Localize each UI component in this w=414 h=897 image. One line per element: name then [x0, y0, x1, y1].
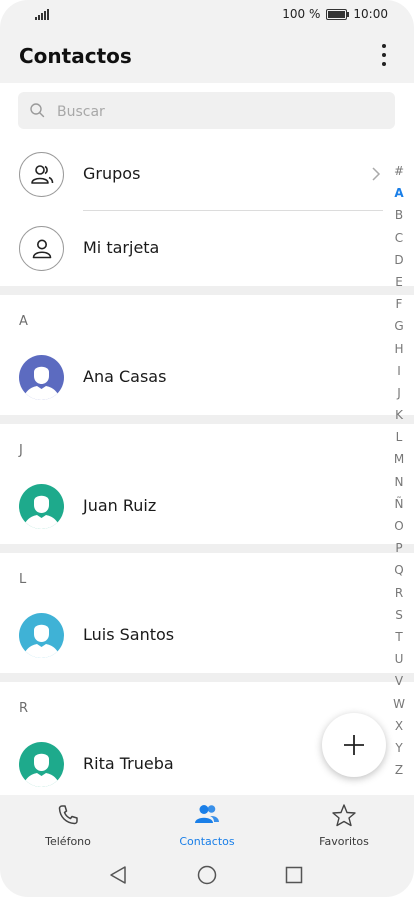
divider	[83, 210, 383, 211]
contact-name: Rita Trueba	[83, 754, 174, 773]
search-area	[0, 83, 414, 133]
index-letter[interactable]: J	[389, 382, 409, 404]
person-silhouette-icon	[23, 495, 60, 529]
battery-percent: 100 %	[282, 7, 321, 21]
person-silhouette-icon	[23, 753, 60, 787]
section-header-a: A	[19, 314, 28, 329]
index-letter[interactable]: E	[389, 271, 409, 293]
phone-icon	[58, 805, 78, 825]
index-letter[interactable]: O	[389, 515, 409, 537]
app-header: Contactos	[0, 30, 414, 83]
search-box[interactable]	[18, 92, 395, 131]
contacts-screen: 100 % 10:00 Contactos Buscar Grupos Mi t…	[0, 0, 414, 897]
recents-icon[interactable]	[285, 866, 303, 884]
system-navigation	[0, 862, 414, 888]
section-separator	[0, 415, 414, 424]
index-letter[interactable]: B	[389, 204, 409, 226]
groups-label: Grupos	[83, 164, 141, 183]
tab-contacts-label: Contactos	[179, 835, 235, 848]
back-icon[interactable]	[109, 865, 127, 885]
index-letter[interactable]: Q	[389, 559, 409, 581]
section-separator	[0, 673, 414, 682]
index-letter[interactable]: M	[389, 448, 409, 470]
contact-name: Ana Casas	[83, 367, 167, 386]
index-letter[interactable]: S	[389, 604, 409, 626]
index-letter[interactable]: U	[389, 648, 409, 670]
search-icon	[30, 103, 45, 118]
groups-row[interactable]: Grupos	[0, 138, 395, 211]
battery-icon	[326, 8, 350, 20]
index-letter[interactable]: W	[389, 693, 409, 715]
index-letter[interactable]: N	[389, 471, 409, 493]
section-separator	[0, 286, 414, 295]
plus-icon	[344, 735, 364, 755]
contact-row[interactable]: Ana Casas	[0, 341, 395, 414]
home-icon[interactable]	[197, 865, 217, 885]
section-separator	[0, 544, 414, 553]
index-letter[interactable]: L	[389, 426, 409, 448]
index-letter[interactable]: C	[389, 227, 409, 249]
add-contact-button[interactable]	[322, 713, 386, 777]
signal-icon	[35, 9, 51, 20]
index-letter[interactable]: R	[389, 582, 409, 604]
index-letter[interactable]: K	[389, 404, 409, 426]
avatar	[19, 613, 64, 658]
tab-favorites[interactable]: Favoritos	[294, 803, 394, 848]
star-icon	[332, 804, 356, 827]
index-letter[interactable]: Z	[389, 759, 409, 781]
index-letter[interactable]: Ñ	[389, 493, 409, 515]
contact-row[interactable]: Luis Santos	[0, 599, 395, 672]
contact-row[interactable]: Juan Ruiz	[0, 470, 395, 543]
contacts-icon	[195, 805, 219, 823]
index-letter[interactable]: D	[389, 249, 409, 271]
my-card-icon	[19, 226, 64, 271]
tab-contacts[interactable]: Contactos	[157, 803, 257, 848]
index-letter[interactable]: A	[389, 182, 409, 204]
index-letter[interactable]: F	[389, 293, 409, 315]
chevron-right-icon	[372, 167, 381, 181]
avatar	[19, 742, 64, 787]
alphabet-index[interactable]: # A B C D E F G H I J K L M N Ñ O P Q R S T U V W X Y Z	[389, 160, 409, 781]
section-header-j: J	[19, 443, 23, 458]
index-letter[interactable]: X	[389, 715, 409, 737]
index-letter[interactable]: T	[389, 626, 409, 648]
tab-favorites-label: Favoritos	[319, 835, 369, 848]
section-header-r: R	[19, 701, 29, 716]
tab-phone[interactable]: Teléfono	[18, 803, 118, 848]
index-letter[interactable]: I	[389, 360, 409, 382]
avatar	[19, 355, 64, 400]
index-letter[interactable]: Y	[389, 737, 409, 759]
section-header-l: L	[19, 572, 27, 587]
contact-name: Juan Ruiz	[83, 496, 157, 515]
status-bar: 100 % 10:00	[0, 0, 414, 30]
my-card-row[interactable]: Mi tarjeta	[0, 212, 395, 285]
index-letter[interactable]: P	[389, 537, 409, 559]
index-letter[interactable]: G	[389, 315, 409, 337]
tab-phone-label: Teléfono	[45, 835, 91, 848]
person-silhouette-icon	[23, 624, 60, 658]
page-title: Contactos	[19, 44, 132, 68]
search-input[interactable]	[55, 92, 379, 131]
my-card-label: Mi tarjeta	[83, 238, 160, 257]
groups-icon	[19, 152, 64, 197]
index-letter[interactable]: H	[389, 338, 409, 360]
avatar	[19, 484, 64, 529]
index-letter[interactable]: #	[389, 160, 409, 182]
clock: 10:00	[353, 7, 388, 21]
index-letter[interactable]: V	[389, 670, 409, 692]
person-silhouette-icon	[23, 366, 60, 400]
more-options-icon[interactable]	[380, 44, 388, 68]
contact-name: Luis Santos	[83, 625, 175, 644]
